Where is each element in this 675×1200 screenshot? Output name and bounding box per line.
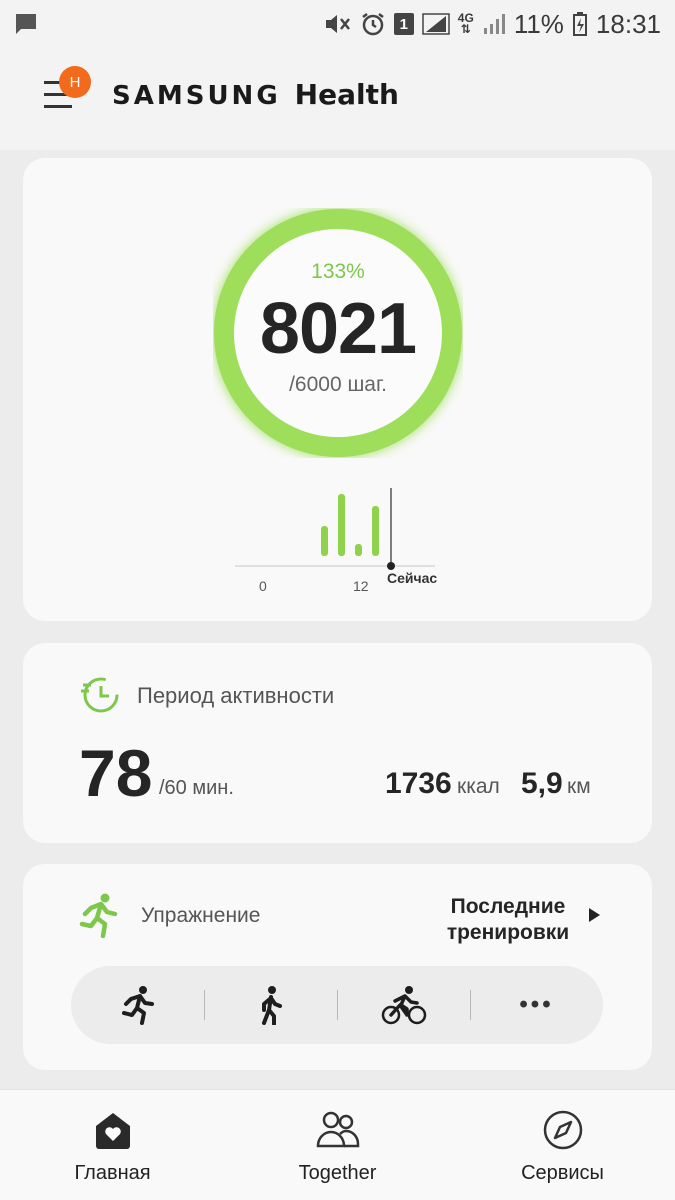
nav-services-label: Сервисы [521, 1162, 604, 1184]
status-bar: 1 4G ⇅ 11% 18:31 [0, 0, 675, 48]
recent-workouts-link[interactable]: Последние тренировки [433, 894, 583, 946]
walk-workout-button[interactable] [204, 966, 337, 1044]
bottom-navigation: Главная Together Сервисы [0, 1089, 675, 1200]
chart-label-start: 0 [259, 578, 267, 594]
nav-home-label: Главная [74, 1162, 151, 1184]
signal-secondary-icon [482, 12, 506, 36]
battery-percent: 11% [513, 8, 564, 39]
signal-icon [422, 12, 450, 36]
steps-ring: 133% 8021 /6000 шаг. [213, 208, 463, 458]
walk-icon [261, 986, 282, 1025]
chart-label-now: Сейчас [387, 570, 438, 586]
exercise-card[interactable]: Упражнение Последние тренировки ••• [23, 864, 652, 1070]
clock: 18:31 [595, 8, 661, 39]
steps-mini-chart: 0 12 Сейчас [235, 478, 445, 598]
recent-workouts-line1: Последние [450, 895, 566, 918]
run-icon [121, 986, 154, 1025]
now-marker-dot [387, 562, 395, 570]
run-workout-button[interactable] [71, 966, 204, 1044]
steps-count: 8021 [259, 289, 417, 369]
steps-goal: /6000 шаг. [289, 373, 387, 396]
steps-bar [321, 526, 328, 556]
more-icon: ••• [519, 991, 554, 1018]
brand-logo: SAMSUNG Health [112, 78, 399, 111]
exercise-title: Упражнение [141, 904, 261, 927]
brand-samsung: SAMSUNG [112, 81, 281, 111]
steps-bar [355, 544, 362, 556]
steps-card[interactable]: 133% 8021 /6000 шаг. 0 12 Сейчас [23, 158, 652, 621]
steps-percent: 133% [311, 260, 365, 283]
mute-icon [324, 12, 352, 36]
quick-workout-bar: ••• [71, 966, 603, 1044]
app-header: SAMSUNG Health [0, 48, 675, 150]
distance-unit: км [567, 775, 591, 798]
nav-together[interactable]: Together [225, 1090, 450, 1200]
menu-line [44, 105, 72, 108]
alarm-icon [360, 11, 386, 37]
chart-label-mid: 12 [353, 578, 369, 594]
cycle-icon [381, 986, 426, 1025]
active-time-value: 78 [79, 736, 153, 810]
play-arrow-icon[interactable] [589, 908, 600, 922]
battery-charging-icon [572, 11, 588, 37]
active-time-title: Период активности [137, 683, 335, 708]
home-heart-icon [91, 1108, 135, 1152]
running-icon [79, 892, 119, 939]
network-type-icon: 4G ⇅ [458, 12, 474, 36]
people-icon [316, 1108, 360, 1152]
nav-home[interactable]: Главная [0, 1090, 225, 1200]
cycle-workout-button[interactable] [337, 966, 470, 1044]
calories-value: 1736 [385, 767, 452, 800]
steps-bar [338, 494, 345, 556]
distance-value: 5,9 [521, 767, 563, 800]
compass-icon [541, 1108, 585, 1152]
steps-bar [372, 506, 379, 556]
nav-together-label: Together [298, 1162, 377, 1184]
data-arrows-icon: ⇅ [460, 22, 471, 36]
active-time-goal: /60 мин. [159, 777, 234, 799]
brand-health: Health [294, 78, 399, 111]
calories-unit: ккал [457, 775, 500, 798]
recent-workouts-line2: тренировки [446, 921, 570, 944]
more-workouts-button[interactable]: ••• [470, 966, 603, 1044]
active-time-card[interactable]: Период активности 78 /60 мин. 1736 ккал … [23, 643, 652, 843]
active-time-icon [79, 673, 121, 715]
menu-notification-badge: H [59, 66, 91, 98]
message-notification-icon [14, 12, 38, 36]
sim-icon: 1 [393, 13, 414, 35]
nav-services[interactable]: Сервисы [450, 1090, 675, 1200]
